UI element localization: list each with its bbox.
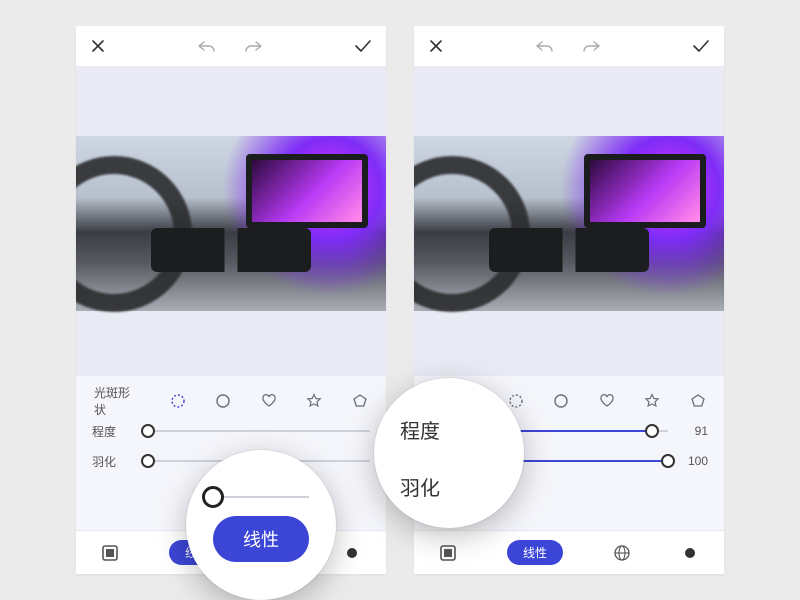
degree-label: 程度 — [92, 423, 138, 440]
confirm-icon[interactable] — [692, 39, 710, 53]
confirm-icon[interactable] — [354, 39, 372, 53]
shape-heart-icon[interactable] — [599, 393, 615, 409]
shape-star-icon[interactable] — [306, 393, 322, 409]
degree-slider[interactable] — [148, 430, 370, 432]
zoom-feather-label: 羽化 — [400, 472, 440, 501]
nav-linear-pill[interactable]: 线性 — [507, 540, 563, 565]
nav-dot-icon[interactable] — [681, 544, 699, 562]
shape-pentagon-icon[interactable] — [690, 393, 706, 409]
shape-row: 光斑形状 — [92, 386, 370, 416]
image-canvas[interactable] — [76, 66, 386, 376]
close-icon[interactable] — [428, 38, 444, 54]
shape-pentagon-icon[interactable] — [352, 393, 368, 409]
bottom-nav: 线性 — [414, 530, 724, 574]
nav-globe-icon[interactable] — [613, 544, 631, 562]
degree-row: 程度 — [92, 416, 370, 446]
shape-star-icon[interactable] — [644, 393, 660, 409]
shape-circle-icon[interactable] — [215, 393, 231, 409]
redo-icon[interactable] — [243, 39, 263, 53]
photo-car-interior — [76, 136, 386, 311]
shape-heart-icon[interactable] — [261, 393, 277, 409]
zoom-degree-label: 程度 — [400, 415, 440, 444]
topbar — [76, 26, 386, 66]
phone-left: 光斑形状 程度 羽化 线性 线性 — [76, 26, 386, 574]
magnifier-left: 线性 — [186, 450, 336, 600]
shape-label: 光斑形状 — [94, 384, 140, 418]
zoom-linear-pill[interactable]: 线性 — [213, 516, 309, 562]
degree-value: 91 — [678, 424, 708, 438]
nav-square-icon[interactable] — [439, 544, 457, 562]
topbar — [414, 26, 724, 66]
close-icon[interactable] — [90, 38, 106, 54]
redo-icon[interactable] — [581, 39, 601, 53]
image-canvas[interactable] — [414, 66, 724, 376]
nav-square-icon[interactable] — [101, 544, 119, 562]
feather-label: 羽化 — [92, 453, 138, 470]
shape-dotted-circle-icon[interactable] — [170, 393, 186, 409]
shape-dotted-circle-icon[interactable] — [508, 393, 524, 409]
nav-dot-icon[interactable] — [343, 544, 361, 562]
photo-car-interior — [414, 136, 724, 311]
undo-icon[interactable] — [197, 39, 217, 53]
zoom-degree-slider[interactable] — [213, 496, 309, 498]
feather-value: 100 — [678, 454, 708, 468]
shape-circle-icon[interactable] — [553, 393, 569, 409]
undo-icon[interactable] — [535, 39, 555, 53]
phone-right: 程度 91 羽化 100 线性 程度 羽化 — [414, 26, 724, 574]
magnifier-right: 程度 羽化 — [374, 378, 524, 528]
